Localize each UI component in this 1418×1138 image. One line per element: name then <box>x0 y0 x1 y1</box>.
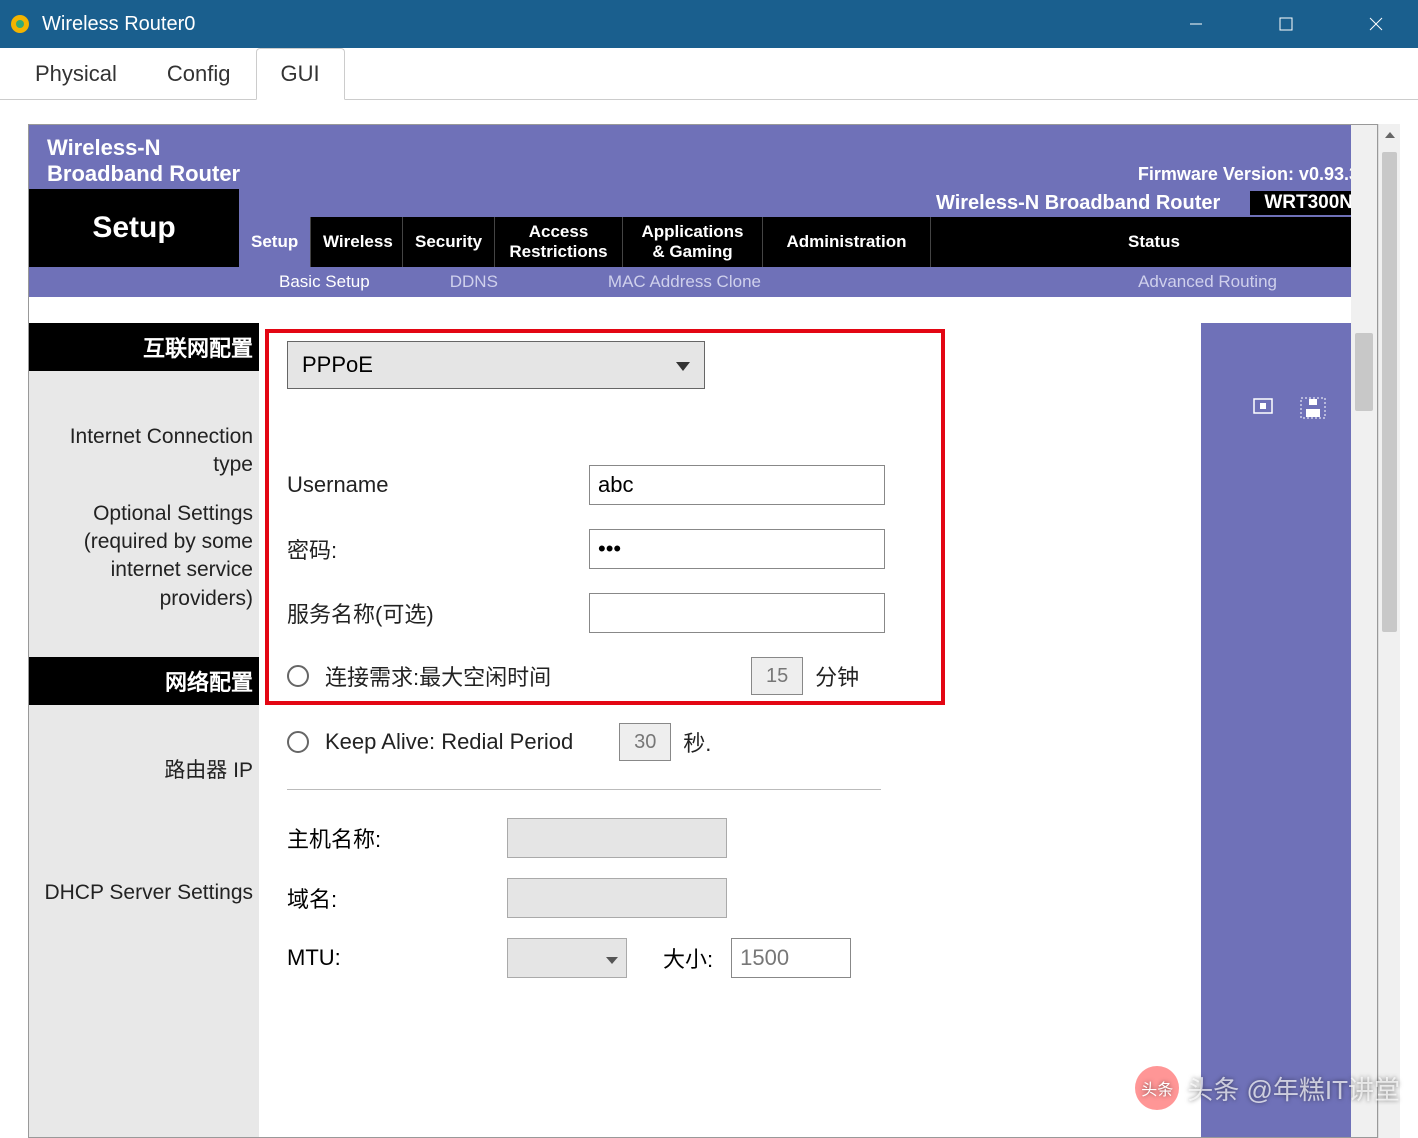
section-title: Setup <box>29 189 239 267</box>
subnav-basic-setup[interactable]: Basic Setup <box>239 272 410 292</box>
tab-physical[interactable]: Physical <box>10 48 142 100</box>
nav-setup[interactable]: Setup <box>239 217 311 267</box>
service-name-input[interactable] <box>589 593 885 633</box>
device-model: WRT300N <box>1250 191 1367 215</box>
subnav-mac-clone[interactable]: MAC Address Clone <box>538 272 831 292</box>
label-router-ip: 路由器 IP <box>29 705 259 791</box>
service-name-label: 服务名称(可选) <box>287 597 589 629</box>
device-name: Wireless-N Broadband Router <box>936 192 1250 215</box>
keepalive-input[interactable] <box>619 723 671 761</box>
keepalive-label: Keep Alive: Redial Period <box>325 729 573 755</box>
router-gui-frame: Wireless-N Broadband Router Firmware Ver… <box>28 124 1378 1138</box>
nav-applications-gaming[interactable]: Applications & Gaming <box>623 217 763 267</box>
tab-config[interactable]: Config <box>142 48 256 100</box>
domain-name-input[interactable] <box>507 878 727 918</box>
subnav-ddns[interactable]: DDNS <box>410 272 538 292</box>
radio-keep-alive[interactable] <box>287 731 309 753</box>
nav-administration[interactable]: Administration <box>763 217 931 267</box>
tabstrip: Physical Config GUI <box>0 48 1418 100</box>
username-input[interactable] <box>589 465 885 505</box>
host-name-label: 主机名称: <box>287 822 507 854</box>
idle-time-input[interactable] <box>751 657 803 695</box>
heading-network-setup: 网络配置 <box>29 657 259 705</box>
window-titlebar: Wireless Router0 <box>0 0 1418 48</box>
help-icon[interactable] <box>1252 397 1278 419</box>
nav-security[interactable]: Security <box>403 217 495 267</box>
label-connection-type: Internet Connection type <box>29 371 259 486</box>
nav-access-restrictions[interactable]: Access Restrictions <box>495 217 623 267</box>
firmware-version: Firmware Version: v0.93.3 <box>1138 164 1359 185</box>
scroll-up-icon[interactable] <box>1379 124 1400 146</box>
domain-name-label: 域名: <box>287 882 507 914</box>
password-input[interactable] <box>589 529 885 569</box>
minimize-button[interactable] <box>1172 8 1220 40</box>
center-column: PPPoE Username 密码: 服务名称(可选) <box>259 323 1201 1137</box>
label-optional-settings: Optional Settings (required by some inte… <box>29 486 259 619</box>
label-dhcp-settings: DHCP Server Settings <box>29 791 259 913</box>
connection-type-select[interactable]: PPPoE <box>287 341 705 389</box>
sub-nav: Basic Setup DDNS MAC Address Clone Advan… <box>29 267 1377 297</box>
main-nav: Setup Wireless Security Access Restricti… <box>239 217 1377 267</box>
tab-gui[interactable]: GUI <box>256 48 345 100</box>
username-label: Username <box>287 472 589 498</box>
app-icon <box>8 12 32 36</box>
chevron-down-icon <box>676 352 690 378</box>
divider <box>287 789 881 790</box>
outer-scrollbar-thumb[interactable] <box>1382 152 1397 632</box>
nav-wireless[interactable]: Wireless <box>311 217 403 267</box>
idle-unit: 分钟 <box>815 660 859 692</box>
gui-header: Wireless-N Broadband Router Firmware Ver… <box>29 125 1377 189</box>
subnav-advanced-routing[interactable]: Advanced Routing <box>1098 272 1377 292</box>
password-label: 密码: <box>287 533 589 565</box>
heading-internet-setup: 互联网配置 <box>29 323 259 371</box>
inner-scrollbar-thumb[interactable] <box>1355 333 1373 411</box>
outer-scrollbar[interactable] <box>1378 124 1400 1138</box>
mtu-size-input[interactable] <box>731 938 851 978</box>
connection-type-value: PPPoE <box>302 352 373 378</box>
window-title: Wireless Router0 <box>42 13 1172 36</box>
radio-on-demand[interactable] <box>287 665 309 687</box>
chevron-down-icon <box>606 945 618 971</box>
keepalive-unit: 秒. <box>683 726 711 758</box>
idle-label: 连接需求:最大空闲时间 <box>325 660 551 692</box>
host-name-input[interactable] <box>507 818 727 858</box>
nav-status[interactable]: Status <box>931 217 1377 267</box>
left-column: 互联网配置 Internet Connection type Optional … <box>29 323 259 1137</box>
mtu-select[interactable] <box>507 938 627 978</box>
save-icon[interactable] <box>1300 397 1326 419</box>
close-button[interactable] <box>1352 8 1400 40</box>
mtu-size-label: 大小: <box>663 942 713 974</box>
inner-scrollbar[interactable] <box>1351 125 1377 1137</box>
brand-line-1: Wireless-N <box>47 135 1359 161</box>
mtu-label: MTU: <box>287 945 507 971</box>
maximize-button[interactable] <box>1262 8 1310 40</box>
